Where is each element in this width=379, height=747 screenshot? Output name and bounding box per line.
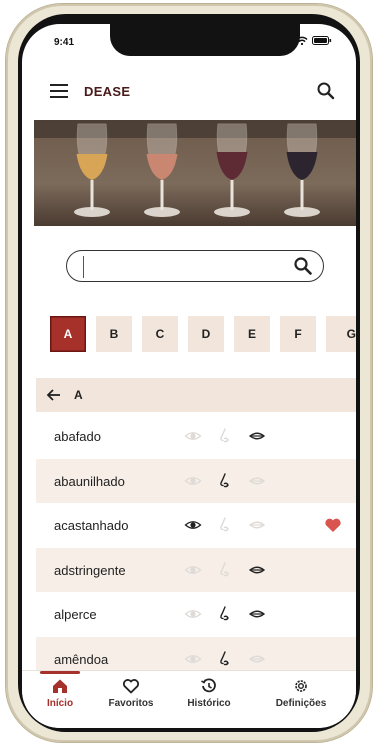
tab-definicoes[interactable]: Definições — [260, 677, 342, 721]
eye-icon — [184, 565, 202, 574]
gear-icon — [295, 680, 307, 692]
term-label: amêndoa — [54, 651, 109, 667]
active-tab-indicator — [40, 671, 80, 674]
tab-favoritos[interactable]: Favoritos — [96, 677, 166, 721]
tab-favoritos-label: Favoritos — [108, 698, 154, 709]
letter-b-button[interactable]: B — [96, 316, 132, 352]
status-time: 9:41 — [54, 37, 75, 48]
term-label: adstringente — [54, 562, 126, 578]
list-item[interactable]: adstringente — [36, 547, 356, 593]
list-item[interactable]: alperce — [36, 592, 356, 637]
app-title: DEASE — [84, 84, 131, 99]
tab-historico-label: Histórico — [187, 698, 231, 709]
search-icon[interactable] — [293, 256, 313, 276]
eye-icon — [184, 655, 202, 663]
tab-inicio[interactable]: Início — [28, 677, 92, 721]
search-icon[interactable] — [316, 81, 336, 101]
nose-icon — [220, 562, 229, 577]
section-header: A — [36, 378, 356, 412]
nose-icon — [220, 651, 229, 666]
mouth-icon — [248, 566, 266, 574]
menu-icon[interactable] — [50, 84, 68, 98]
alphabet-selector: A B C D E F G — [50, 316, 356, 352]
bottom-navigation: Início Favoritos Histórico Definições — [22, 670, 356, 728]
battery-icon — [312, 36, 332, 45]
term-label: acastanhado — [54, 518, 129, 534]
history-icon — [201, 678, 216, 693]
search-input[interactable] — [83, 256, 289, 278]
eye-icon — [184, 521, 202, 530]
mouth-icon — [248, 432, 266, 440]
heart-filled-icon[interactable] — [324, 516, 342, 534]
letter-c-button[interactable]: C — [142, 316, 178, 352]
nose-icon — [220, 428, 229, 443]
nose-icon — [220, 606, 229, 621]
tab-historico[interactable]: Histórico — [174, 677, 244, 721]
term-label: abaunilhado — [54, 473, 125, 489]
section-letter: A — [74, 388, 83, 402]
tab-definicoes-label: Definições — [275, 698, 327, 709]
wine-glasses-image — [34, 120, 356, 226]
letter-f-button[interactable]: F — [280, 316, 316, 352]
mouth-icon — [248, 610, 266, 618]
term-label: abafado — [54, 429, 101, 444]
term-label: alperce — [54, 607, 97, 623]
search-bar — [66, 250, 324, 282]
letter-d-button[interactable]: D — [188, 316, 224, 352]
tab-inicio-label: Início — [46, 698, 74, 709]
nose-icon — [220, 517, 229, 532]
mouth-icon — [248, 477, 266, 485]
letter-e-button[interactable]: E — [234, 316, 270, 352]
list-item[interactable]: abaunilhado — [36, 458, 356, 504]
letter-a-button[interactable]: A — [50, 316, 86, 352]
eye-icon — [184, 476, 202, 485]
notch — [110, 24, 300, 56]
letter-g-button[interactable]: G — [326, 316, 356, 352]
nose-icon — [220, 472, 229, 487]
mouth-icon — [248, 655, 266, 663]
term-list: abafado abaunilhado acastanhado adstringent… — [36, 414, 356, 682]
mouth-icon — [248, 521, 266, 529]
list-item[interactable]: acastanhado — [36, 503, 356, 548]
app-screen: 9:41 DEASE A B C D E F G A abafado abaun… — [22, 24, 356, 728]
eye-icon — [184, 610, 202, 619]
eye-icon — [184, 432, 202, 440]
arrow-left-icon[interactable] — [46, 387, 62, 403]
heart-outline-icon — [123, 679, 139, 694]
home-icon — [53, 679, 67, 693]
app-bar: DEASE — [22, 70, 356, 114]
list-item[interactable]: abafado — [36, 414, 356, 459]
